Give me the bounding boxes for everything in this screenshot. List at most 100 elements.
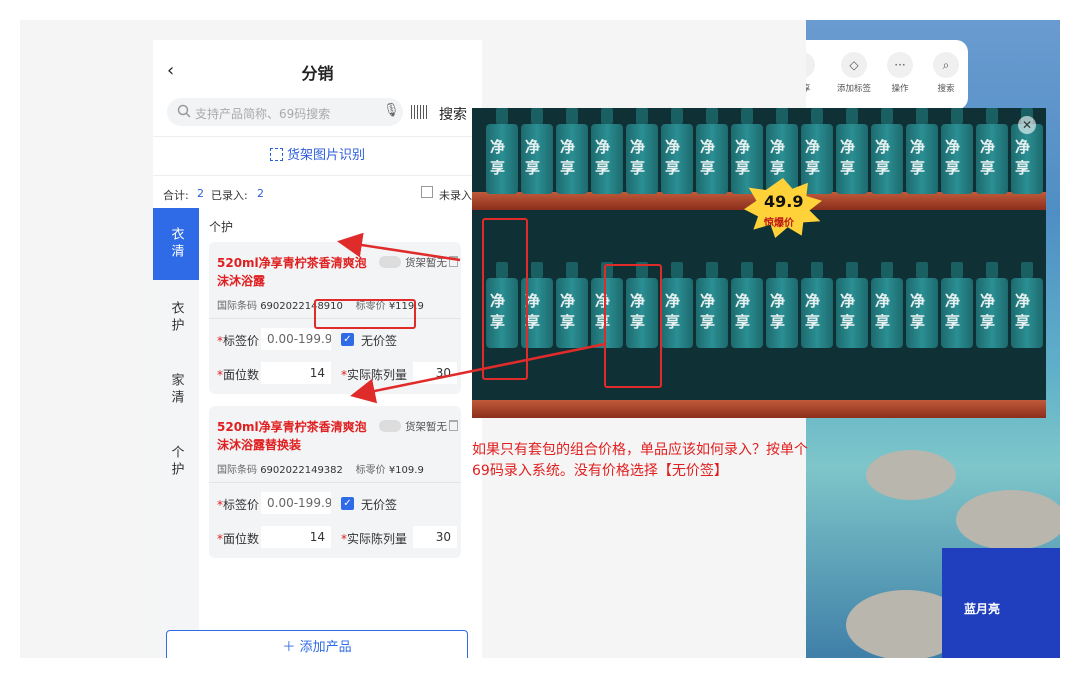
close-icon[interactable]: ✕ bbox=[1018, 116, 1036, 134]
toolbar-item-more[interactable]: ··· 操作 bbox=[878, 52, 922, 94]
toolbar-item-share[interactable]: ⇪ 分享 bbox=[806, 52, 824, 94]
more-icon: ··· bbox=[887, 52, 913, 78]
toolbar-label: 搜索 bbox=[937, 84, 955, 94]
trash-icon[interactable] bbox=[449, 420, 458, 431]
toolbar-item-tag[interactable]: ◇ 添加标签 bbox=[832, 52, 876, 94]
sidebar-item-jiaqing[interactable]: 家清 bbox=[153, 354, 199, 426]
trash-icon[interactable] bbox=[449, 256, 458, 267]
bottle-image: 净享 bbox=[661, 262, 693, 348]
toolbar-label: 添加标签 bbox=[836, 84, 871, 94]
bottle-logo: 净享 bbox=[840, 292, 856, 331]
bottle-neck bbox=[531, 262, 543, 278]
shelf-board bbox=[472, 400, 1046, 418]
share-icon: ⇪ bbox=[806, 52, 815, 78]
bottle-neck bbox=[986, 108, 998, 124]
bottle-image: 净享 bbox=[1011, 262, 1043, 348]
entered-value: 2 bbox=[257, 187, 264, 200]
facing-input[interactable]: 14 bbox=[261, 362, 331, 384]
bottle-image: 净享 bbox=[836, 108, 868, 194]
bottle-neck bbox=[776, 108, 788, 124]
product-name: 520ml净享青柠茶香清爽泡沫沐浴露 bbox=[217, 256, 367, 288]
bottle-neck bbox=[916, 262, 928, 278]
bottle-image: 净享 bbox=[696, 108, 728, 194]
bottle-logo: 净享 bbox=[805, 292, 821, 331]
bottle-image: 净享 bbox=[906, 262, 938, 348]
bottle-neck bbox=[636, 108, 648, 124]
bottle-logo: 净享 bbox=[700, 292, 716, 331]
bottle-neck bbox=[496, 108, 508, 124]
bottle-logo: 净享 bbox=[490, 138, 506, 177]
tag-price-input[interactable]: 0.00-199.9 bbox=[261, 328, 331, 350]
bottle-neck bbox=[1021, 262, 1033, 278]
toolbar-item-search[interactable]: ⌕ 搜索 bbox=[924, 52, 968, 94]
add-product-button[interactable]: ＋ 添加产品 bbox=[166, 630, 468, 658]
tag-price-input[interactable]: 0.00-199.9 bbox=[261, 492, 331, 514]
bottle-logo: 净享 bbox=[770, 292, 786, 331]
bottle-logo: 净享 bbox=[1015, 138, 1031, 177]
tag-icon: ◇ bbox=[841, 52, 867, 78]
bottle-image: 净享 bbox=[871, 108, 903, 194]
display-qty-input[interactable]: 30 bbox=[413, 362, 457, 384]
price-tag-sub: 惊爆价 bbox=[764, 218, 794, 229]
bottle-image: 净享 bbox=[731, 108, 763, 194]
sidebar-item-yiqing[interactable]: 衣清 bbox=[153, 208, 199, 280]
facing-input[interactable]: 14 bbox=[261, 526, 331, 548]
bottle-logo: 净享 bbox=[630, 138, 646, 177]
no-tag-label: 无价签 bbox=[361, 498, 398, 512]
display-qty-input[interactable]: 30 bbox=[413, 526, 457, 548]
shelf-toggle[interactable] bbox=[379, 420, 401, 432]
search-placeholder: 支持产品简称、69码搜索 bbox=[195, 107, 331, 121]
bottle-logo: 净享 bbox=[735, 138, 751, 177]
bottle-logo: 净享 bbox=[1015, 292, 1031, 331]
search-input[interactable]: 支持产品简称、69码搜索 🎙 bbox=[167, 98, 403, 126]
shelf-recognition-label: 货架图片识别 bbox=[286, 148, 365, 163]
tag-price-label-text: 标签价 bbox=[223, 498, 260, 512]
microphone-icon[interactable]: 🎙 bbox=[383, 103, 400, 118]
bottle-logo: 净享 bbox=[910, 292, 926, 331]
bottle-logo: 净享 bbox=[665, 292, 681, 331]
shelf-recognition-button[interactable]: 货架图片识别 bbox=[153, 136, 482, 176]
no-tag-checkbox[interactable]: ✓ bbox=[341, 497, 354, 510]
display-qty-label-text: 实际陈列量 bbox=[347, 368, 408, 382]
search-button[interactable]: 搜索 bbox=[439, 104, 467, 124]
barcode-label: 国际条码 bbox=[217, 465, 257, 476]
bottle-neck bbox=[776, 262, 788, 278]
total-value: 2 bbox=[197, 187, 204, 200]
bottle-neck bbox=[531, 108, 543, 124]
bottle-logo: 净享 bbox=[980, 292, 996, 331]
product-box-image: 蓝月亮 bbox=[942, 548, 1060, 658]
tag-price-label: *标签价 bbox=[217, 334, 260, 348]
shelf-photo: 净享 净享 净享 净享 净享 净享 净享 净享 净享 净享 净享 净享 净享 净享 净享 净享 净享 净享 净享 净享… bbox=[472, 108, 1046, 418]
no-tag-checkbox[interactable]: ✓ bbox=[341, 333, 354, 346]
add-product-label: 添加产品 bbox=[299, 640, 352, 655]
bottle-neck bbox=[811, 262, 823, 278]
total-label: 合计: bbox=[163, 189, 189, 202]
top-bar: ‹ 分销 bbox=[153, 40, 482, 96]
shelf-toggle[interactable] bbox=[379, 256, 401, 268]
bottle-neck bbox=[601, 108, 613, 124]
bottle-image: 净享 bbox=[801, 108, 833, 194]
bottle-image: 净享 bbox=[941, 262, 973, 348]
bottle-logo: 净享 bbox=[560, 292, 576, 331]
bottle-image: 净享 bbox=[696, 262, 728, 348]
bottle-image: 净享 bbox=[661, 108, 693, 194]
plus-icon: ＋ bbox=[282, 640, 300, 655]
bottle-logo: 净享 bbox=[875, 138, 891, 177]
sidebar-item-gehu[interactable]: 个护 bbox=[153, 426, 199, 498]
sidebar-item-yihu[interactable]: 衣护 bbox=[153, 282, 199, 354]
category-sidebar: 衣清 衣护 家清 个护 bbox=[153, 208, 199, 658]
annotation-note: 如果只有套包的组合价格，单品应该如何录入？按单个69码录入系统。没有价格选择【无… bbox=[472, 442, 808, 479]
bottle-neck bbox=[916, 108, 928, 124]
page-title: 分销 bbox=[301, 64, 334, 83]
product-card: 520ml净享青柠茶香清爽泡沫沐浴露替换装 货架暂无 国际条码 69020221… bbox=[209, 406, 461, 558]
barcode-scan-icon[interactable] bbox=[411, 105, 427, 119]
highlight-box bbox=[314, 299, 416, 329]
bottle-neck bbox=[811, 108, 823, 124]
not-entered-checkbox[interactable] bbox=[421, 186, 433, 198]
bottle-neck bbox=[881, 262, 893, 278]
bottle-neck bbox=[566, 108, 578, 124]
display-qty-label: *实际陈列量 bbox=[341, 368, 408, 382]
bottle-neck bbox=[951, 262, 963, 278]
retail-label: 标零价 bbox=[355, 465, 386, 476]
bottle-logo: 净享 bbox=[945, 138, 961, 177]
